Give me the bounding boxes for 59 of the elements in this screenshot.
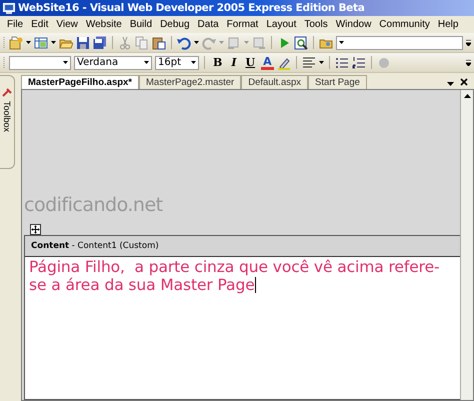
- region-label: Content - Content1 (Custom): [31, 241, 159, 251]
- move-handle-icon[interactable]: [30, 224, 41, 235]
- close-icon[interactable]: [460, 78, 468, 86]
- menu-item[interactable]: Layout: [262, 19, 300, 30]
- content-region[interactable]: Content - Content1 (Custom) Página Filho, a parte cinza que você vê acima refere-se a área da sua Master Page: [24, 235, 460, 400]
- paste-icon[interactable]: [152, 36, 166, 50]
- toolbar-grip-icon[interactable]: [3, 36, 6, 49]
- dropdown-arrow-icon[interactable]: [318, 61, 324, 64]
- dropdown-arrow-icon[interactable]: [339, 41, 344, 44]
- menu-item[interactable]: Website: [82, 19, 126, 30]
- toolbar-grip-icon[interactable]: [3, 56, 6, 69]
- menu-item[interactable]: Community: [375, 19, 434, 30]
- add-item-icon[interactable]: [34, 36, 48, 50]
- toolbox-icon: [2, 88, 12, 98]
- view-in-browser-icon[interactable]: [294, 36, 308, 50]
- document-tab[interactable]: MasterPageFilho.aspx*: [21, 75, 140, 89]
- dropdown-arrow-icon[interactable]: [63, 61, 68, 64]
- toolbar-options-icon[interactable]: [466, 60, 471, 66]
- bold-button[interactable]: B: [210, 55, 226, 70]
- dropdown-arrow-icon[interactable]: [26, 41, 31, 44]
- dropdown-arrow-icon[interactable]: [144, 61, 149, 64]
- menu-item[interactable]: Build: [126, 19, 156, 30]
- menu-item[interactable]: Tools: [300, 19, 332, 30]
- dropdown-arrow-icon[interactable]: [447, 82, 454, 86]
- vertical-scrollbar[interactable]: [460, 90, 473, 400]
- logo-text: codificando.net: [24, 194, 164, 216]
- new-project-icon[interactable]: [9, 36, 23, 50]
- highlight-icon[interactable]: [276, 56, 291, 70]
- toolbox-tab[interactable]: Toolbox: [0, 75, 15, 169]
- content-text: Página Filho, a parte cinza que você vê acima refere-se a área da sua Master Page: [29, 258, 456, 294]
- scroll-up-icon[interactable]: [464, 94, 470, 98]
- italic-button[interactable]: I: [228, 55, 240, 70]
- document-tab[interactable]: MasterPage2.master: [139, 75, 242, 89]
- app-icon: [3, 2, 15, 14]
- window-title: WebSite16 - Visual Web Developer 2005 Express Edition Beta: [18, 2, 364, 14]
- font-combo-box[interactable]: Verdana: [74, 56, 152, 70]
- undo-icon[interactable]: [177, 36, 191, 50]
- menu-item[interactable]: Help: [434, 19, 462, 30]
- dropdown-arrow-icon[interactable]: [194, 41, 199, 44]
- document-tab[interactable]: Start Page: [308, 75, 367, 89]
- menu-item[interactable]: Edit: [27, 19, 52, 30]
- font-color-button[interactable]: A: [261, 55, 274, 70]
- underline-button[interactable]: U: [242, 55, 258, 70]
- menu-item[interactable]: Debug: [156, 19, 194, 30]
- numbered-list-icon[interactable]: [352, 56, 366, 70]
- bulleted-list-icon[interactable]: [334, 56, 349, 70]
- menu-item[interactable]: File: [3, 19, 28, 30]
- menu-item[interactable]: Window: [332, 19, 376, 30]
- document-tab[interactable]: Default.aspx: [241, 75, 308, 89]
- save-icon[interactable]: [76, 36, 90, 50]
- font-size-combo-box[interactable]: 16pt: [155, 56, 199, 70]
- align-icon[interactable]: [302, 56, 316, 70]
- dropdown-arrow-icon[interactable]: [51, 41, 56, 44]
- menu-item[interactable]: View: [52, 19, 82, 30]
- dropdown-arrow-icon[interactable]: [191, 61, 196, 64]
- toolbar-options-icon[interactable]: [466, 40, 471, 46]
- menu-item[interactable]: Data: [194, 19, 223, 30]
- menu-item[interactable]: Format: [222, 19, 262, 30]
- save-all-icon[interactable]: [93, 36, 107, 50]
